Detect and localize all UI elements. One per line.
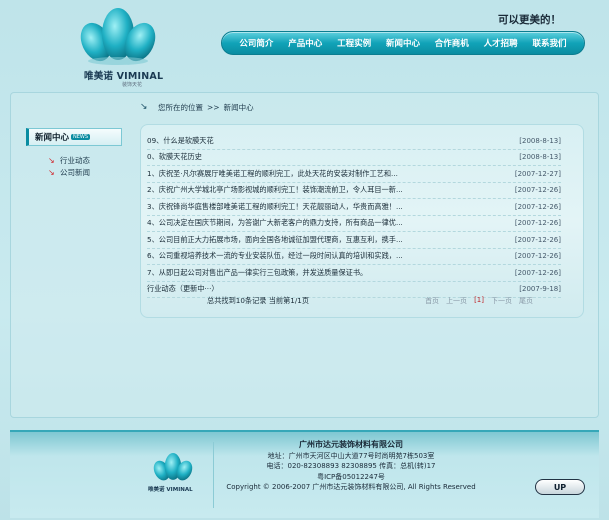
- red-arrow-icon: ↘: [48, 155, 55, 165]
- news-title: 7、从即日起公司对售出产品一律实行三包政策，并发送质量保证书。: [147, 267, 368, 277]
- footer-info: 广州市达元装饰材料有限公司 地址：广州市天河区中山大道77号时尚明苑7栋503室…: [216, 440, 486, 493]
- pager-last[interactable]: 尾页: [519, 296, 533, 306]
- nav-about[interactable]: 公司简介: [239, 37, 273, 49]
- news-title: 6、公司重视培养技术一流的专业安装队伍，经过一段时间认真的培训和实践，...: [147, 251, 403, 261]
- pager-current: [1]: [474, 296, 484, 304]
- sidebar-item-label: 公司新闻: [60, 167, 90, 177]
- news-date: [2008-8-13]: [519, 136, 561, 145]
- news-title: 3、庆祝锋尚华庭售楼部唯美诺工程的顺利完工！天花靓丽动人，华贵而高雅！...: [147, 201, 403, 211]
- nav-business[interactable]: 合作商机: [435, 37, 469, 49]
- footer-copyright: Copyright © 2006-2007 广州市达元装饰材料有限公司, All…: [226, 483, 476, 491]
- sidebar-title-badge: NEWS: [71, 134, 91, 140]
- nav-products[interactable]: 产品中心: [288, 37, 322, 49]
- sidebar-title: 新闻中心 NEWS: [26, 128, 122, 146]
- main-nav: 公司简介 产品中心 工程实例 新闻中心 合作商机 人才招聘 联系我们: [221, 31, 585, 55]
- news-date: [2007-12-26]: [514, 252, 561, 261]
- breadcrumb: ↘ 您所在的位置 >> 新闻中心: [140, 100, 600, 114]
- news-title: 行业动态（更新中···）: [147, 284, 219, 294]
- news-title: 09、什么是软膜天花: [147, 135, 214, 145]
- red-arrow-icon: ↘: [48, 167, 55, 177]
- news-row[interactable]: 4、公司决定在国庆节期间，为答谢广大新老客户的鼎力支持，所有商品一律优... [2…: [147, 216, 561, 232]
- breadcrumb-arrow-icon: ↘: [140, 102, 148, 112]
- logo[interactable]: 唯美诺 VIMINAL 装饰天花: [70, 6, 170, 88]
- footer-icp: 粤ICP备05012247号: [317, 472, 385, 481]
- footer-logo: 唯美诺 VIMINAL: [148, 452, 198, 502]
- pager-next[interactable]: 下一页: [491, 296, 512, 306]
- footer-logo-name: 唯美诺 VIMINAL: [148, 487, 193, 493]
- news-date: [2007-12-26]: [514, 219, 561, 228]
- breadcrumb-current: 新闻中心: [223, 102, 254, 112]
- footer-logo-shell-icon: [153, 453, 193, 481]
- news-title: 2、庆祝广州大学城北亭广场影视城的顺利完工！装饰潮流前卫，令人耳目一新...: [147, 185, 403, 195]
- sidebar-title-text: 新闻中心: [35, 133, 70, 143]
- sidebar-list: ↘ 行业动态 ↘ 公司新闻: [48, 154, 90, 178]
- footer-divider: [213, 442, 214, 508]
- breadcrumb-separator: >>: [207, 102, 220, 112]
- nav-jobs[interactable]: 人才招聘: [484, 37, 518, 49]
- sidebar-item-company[interactable]: ↘ 公司新闻: [48, 166, 90, 178]
- news-row[interactable]: 0、软膜天花历史 [2008-8-13]: [147, 150, 561, 166]
- header: 唯美诺 VIMINAL 装饰天花 可以更美的！ 公司简介 产品中心 工程实例 新…: [0, 0, 609, 95]
- logo-name: 唯美诺 VIMINAL: [84, 71, 164, 82]
- nav-contact[interactable]: 联系我们: [532, 37, 566, 49]
- footer-phone: 电话：020-82308893 82308895 传真：总机(转)17: [266, 462, 436, 470]
- news-row[interactable]: 09、什么是软膜天花 [2008-8-13]: [147, 133, 561, 150]
- news-date: [2008-8-13]: [519, 153, 561, 162]
- sidebar-item-label: 行业动态: [60, 155, 90, 165]
- news-title: 1、庆祝圣·凡尔赛展厅唯美诺工程的顺利完工，此处天花的安装对制作工艺和...: [147, 168, 398, 178]
- news-date: [2007-12-26]: [514, 268, 561, 277]
- pager-summary: 总共找到10条记录 当前第1/1页: [207, 296, 310, 305]
- news-date: [2007-12-26]: [514, 186, 561, 195]
- news-panel: 09、什么是软膜天花 [2008-8-13] 0、软膜天花历史 [2008-8-13…: [140, 124, 584, 318]
- news-date: [2007-12-26]: [514, 235, 561, 244]
- news-row[interactable]: 3、庆祝锋尚华庭售楼部唯美诺工程的顺利完工！天花靓丽动人，华贵而高雅！... [2…: [147, 199, 561, 216]
- news-row[interactable]: 6、公司重视培养技术一流的专业安装队伍，经过一段时间认真的培训和实践，... [2…: [147, 249, 561, 265]
- pager-prev[interactable]: 上一页: [446, 296, 467, 306]
- news-row[interactable]: 5、公司目前正大力拓展市场，面向全国各地诚征加盟代理商，互惠互利，携手... [2…: [147, 232, 561, 249]
- nav-news[interactable]: 新闻中心: [386, 37, 420, 49]
- footer-address: 地址：广州市天河区中山大道77号时尚明苑7栋503室: [267, 451, 435, 460]
- pager-first[interactable]: 首页: [425, 296, 439, 306]
- news-date: [2007-12-27]: [514, 169, 561, 178]
- news-title: 0、软膜天花历史: [147, 152, 202, 162]
- news-row[interactable]: 7、从即日起公司对售出产品一律实行三包政策，并发送质量保证书。 [2007-12-…: [147, 265, 561, 282]
- footer-company: 广州市达元装饰材料有限公司: [299, 440, 403, 449]
- news-date: [2007-12-26]: [514, 202, 561, 211]
- footer: 唯美诺 VIMINAL 广州市达元装饰材料有限公司 地址：广州市天河区中山大道7…: [10, 430, 599, 518]
- news-title: 5、公司目前正大力拓展市场，面向全国各地诚征加盟代理商，互惠互利，携手...: [147, 234, 403, 244]
- slogan: 可以更美的！: [498, 14, 561, 26]
- nav-projects[interactable]: 工程实例: [337, 37, 371, 49]
- breadcrumb-label: 您所在的位置: [158, 102, 203, 112]
- news-row[interactable]: 2、庆祝广州大学城北亭广场影视城的顺利完工！装饰潮流前卫，令人耳目一新... [2…: [147, 183, 561, 199]
- news-date: [2007-9-18]: [519, 285, 561, 294]
- sidebar-item-industry[interactable]: ↘ 行业动态: [48, 154, 90, 166]
- pager: 总共找到10条记录 当前第1/1页 首页 上一页 [1] 下一页 尾页: [147, 296, 561, 306]
- logo-shell-icon: [80, 8, 156, 65]
- logo-subtitle: 装饰天花: [122, 82, 143, 88]
- news-row[interactable]: 1、庆祝圣·凡尔赛展厅唯美诺工程的顺利完工，此处天花的安装对制作工艺和... [2…: [147, 166, 561, 183]
- pager-links: 首页 上一页 [1] 下一页 尾页: [425, 296, 533, 306]
- news-list: 09、什么是软膜天花 [2008-8-13] 0、软膜天花历史 [2008-8-13…: [147, 133, 561, 298]
- news-title: 4、公司决定在国庆节期间，为答谢广大新老客户的鼎力支持，所有商品一律优...: [147, 218, 403, 228]
- scroll-up-button[interactable]: UP: [535, 479, 585, 495]
